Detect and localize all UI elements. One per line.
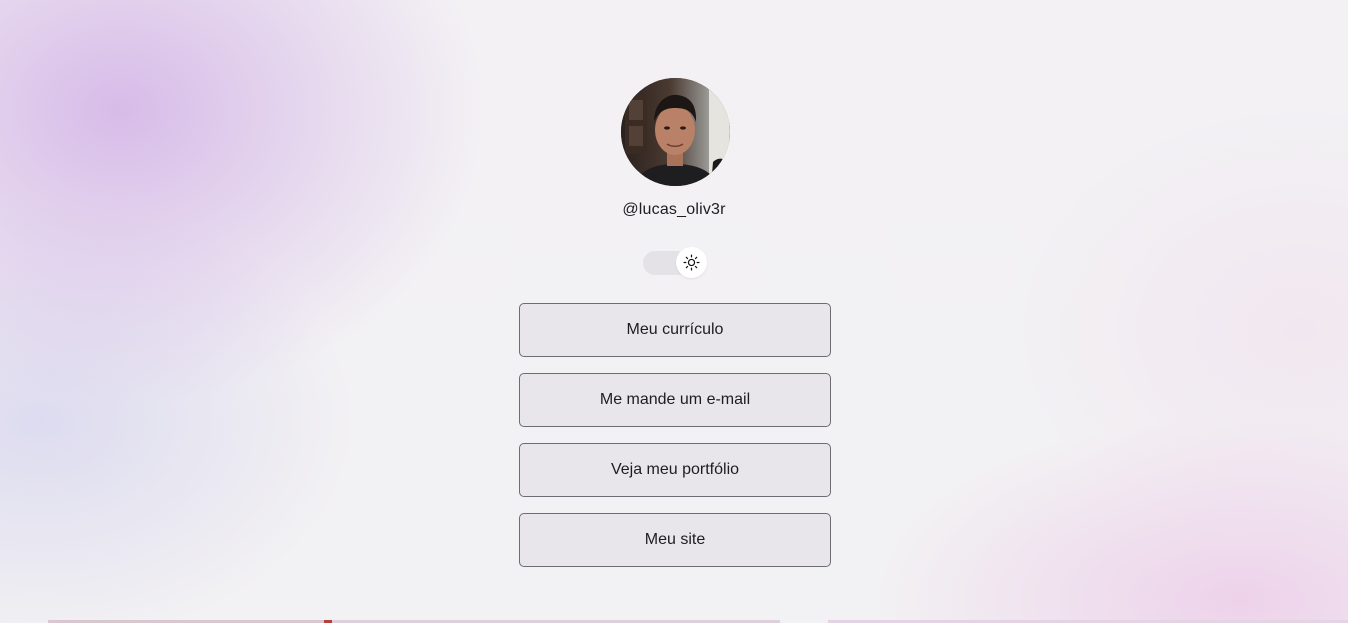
toggle-knob[interactable] (676, 247, 707, 278)
profile-photo (621, 78, 730, 186)
link-button-site[interactable]: Meu site (519, 513, 831, 567)
link-button-email[interactable]: Me mande um e-mail (519, 373, 831, 427)
links-list: Meu currículo Me mande um e-mail Veja me… (519, 303, 831, 583)
link-button-curriculo[interactable]: Meu currículo (519, 303, 831, 357)
theme-toggle[interactable] (643, 247, 707, 278)
profile-handle: @lucas_oliv3r (622, 201, 726, 218)
sun-icon (683, 254, 700, 271)
link-button-portfolio[interactable]: Veja meu portfólio (519, 443, 831, 497)
avatar (621, 78, 730, 186)
